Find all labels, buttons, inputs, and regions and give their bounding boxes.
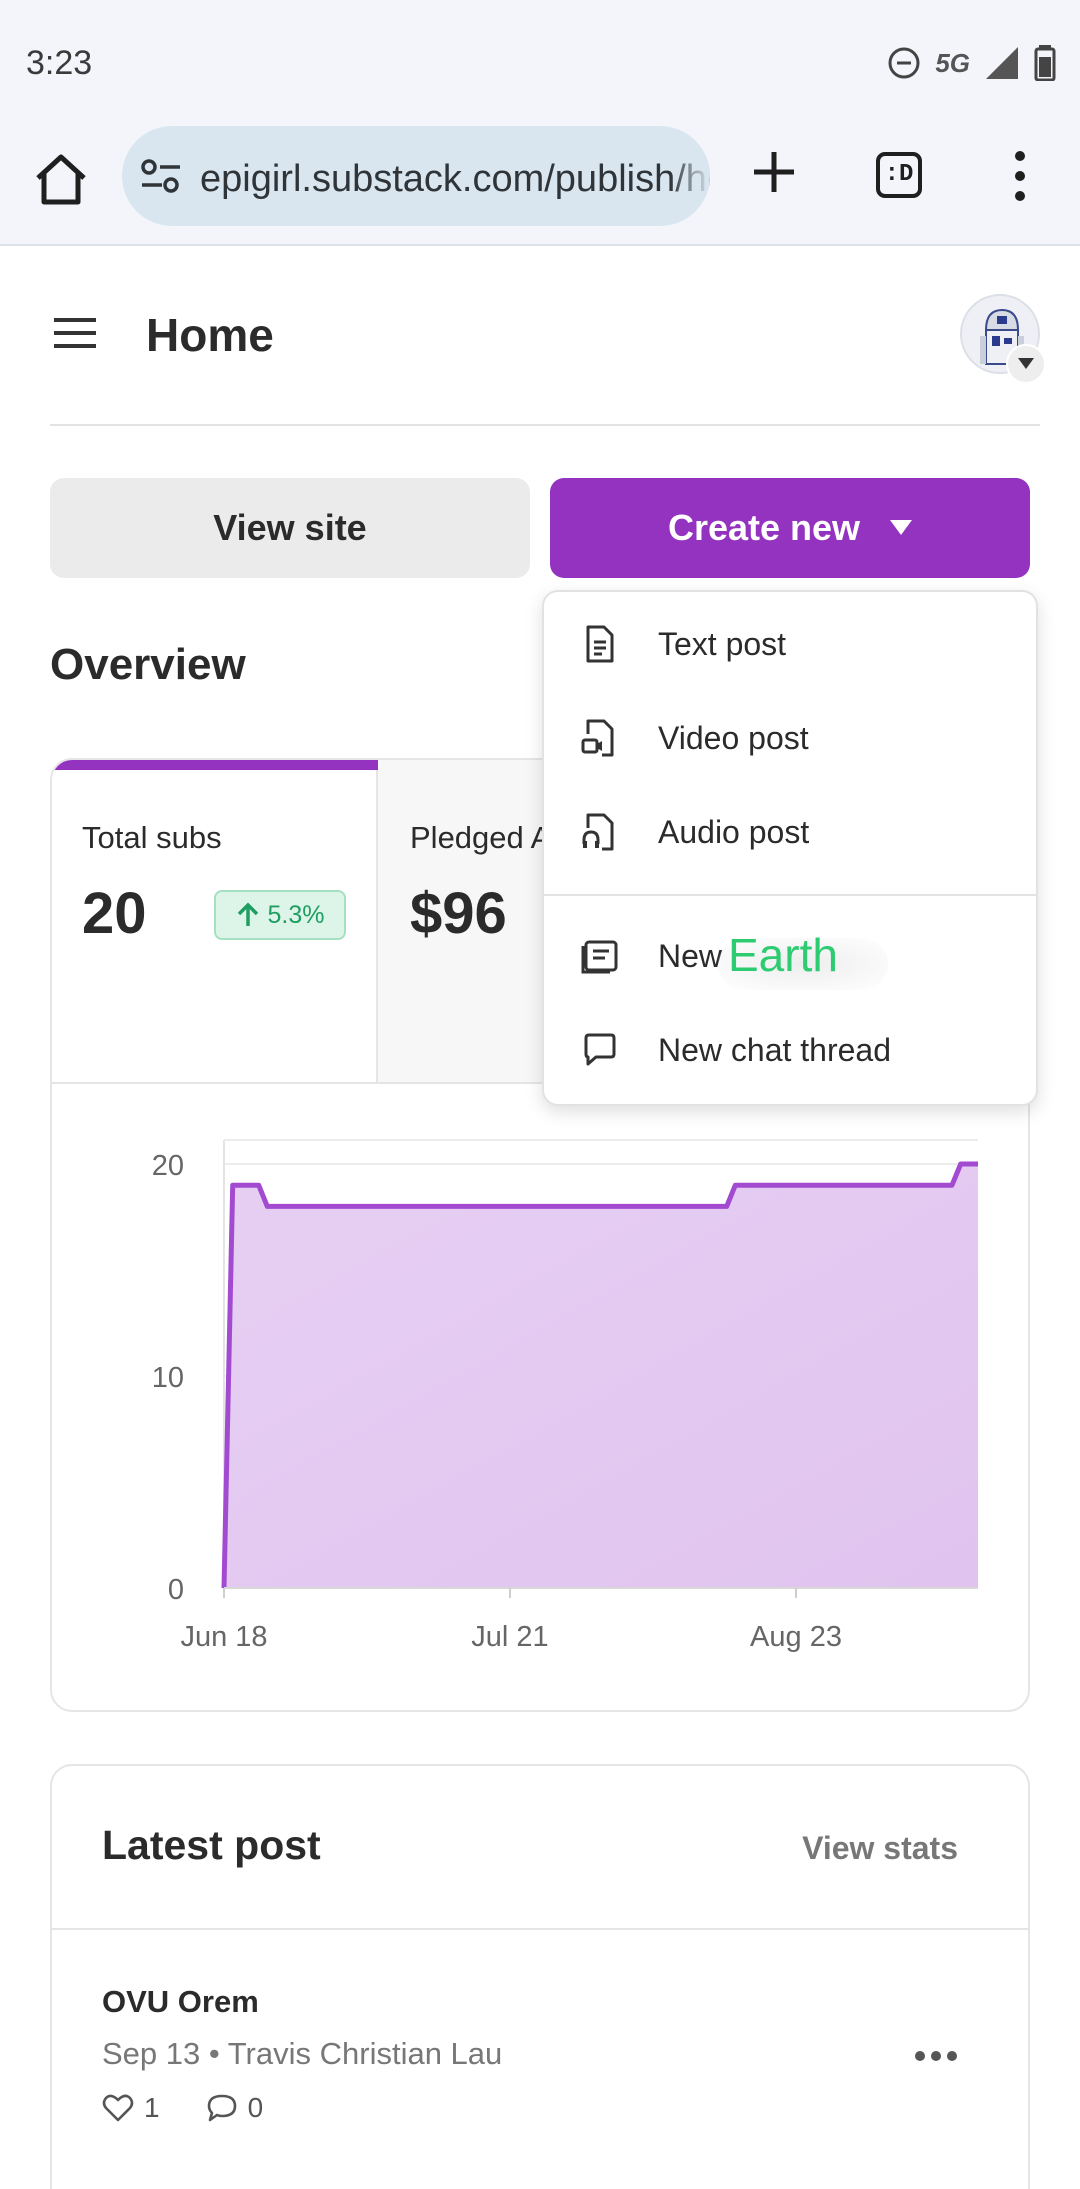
menu-item-video-post[interactable]: Video post <box>544 692 1036 786</box>
stat-total-subs[interactable]: Total subs 20 5.3% <box>52 760 378 1082</box>
menu-item-text-post[interactable]: Text post <box>544 598 1036 692</box>
overview-title: Overview <box>50 640 246 689</box>
latest-post-card: Latest post View stats OVU Orem Sep 13 •… <box>50 1764 1030 2189</box>
menu-item-label: Video post <box>658 720 809 756</box>
url-fade <box>670 126 710 226</box>
network-label: 5G <box>935 47 970 78</box>
tab-switcher-button[interactable]: :D <box>876 152 922 198</box>
url-text[interactable]: epigirl.substack.com/publish/home <box>200 158 710 201</box>
browser-toolbar: epigirl.substack.com/publish/home :D <box>0 120 1080 246</box>
home-icon[interactable] <box>30 148 92 210</box>
status-icons: 5G <box>887 40 1056 86</box>
y-tick-label: 10 <box>152 1362 184 1394</box>
post-meta: Sep 13 • Travis Christian Lau <box>102 2036 503 2071</box>
address-bar[interactable]: epigirl.substack.com/publish/home <box>122 126 710 226</box>
menu-item-new-chat-thread[interactable]: New chat thread <box>544 1004 1036 1098</box>
site-settings-icon[interactable] <box>140 156 182 196</box>
caret-down-icon <box>890 520 913 535</box>
post-stats: 1 0 <box>102 2092 263 2124</box>
x-tick-label: Jun 18 <box>180 1621 267 1653</box>
thread-icon <box>581 940 618 974</box>
audio-file-icon <box>582 813 614 851</box>
stat-change-badge: 5.3% <box>214 890 346 940</box>
do-not-disturb-icon <box>888 47 920 79</box>
create-new-button[interactable]: Create new <box>550 478 1030 578</box>
battery-icon <box>1034 45 1056 81</box>
y-tick-label: 0 <box>168 1574 184 1606</box>
stat-label: Total subs <box>82 820 222 855</box>
overflow-menu-icon[interactable] <box>1008 148 1032 204</box>
create-new-label: Create new <box>667 507 861 548</box>
page-title: Home <box>146 309 274 361</box>
new-tab-icon[interactable] <box>750 148 798 196</box>
view-site-button[interactable]: View site <box>50 478 530 578</box>
y-tick-label: 20 <box>152 1150 184 1182</box>
status-time: 3:23 <box>26 44 93 82</box>
like-count: 1 <box>144 2092 160 2123</box>
menu-item-label: Text post <box>658 626 787 662</box>
menu-item-label: New <box>658 938 723 974</box>
overlay-text: Earth <box>728 929 838 981</box>
arrow-up-icon <box>237 902 258 926</box>
latest-divider <box>52 1928 1028 1930</box>
view-site-label: View site <box>213 507 367 548</box>
header-divider <box>50 424 1040 426</box>
chevron-down-icon <box>1018 358 1034 369</box>
more-options-icon[interactable] <box>914 2044 958 2068</box>
create-new-menu: Text post Video post Audio post New Eart… <box>542 590 1038 1106</box>
post-title[interactable]: OVU Orem <box>102 1984 259 2020</box>
signal-icon <box>986 47 1018 79</box>
menu-icon[interactable] <box>54 316 96 350</box>
stat-value: 20 <box>82 881 147 946</box>
chart-area <box>224 1164 978 1588</box>
account-menu-caret[interactable] <box>1006 344 1046 384</box>
chat-bubble-icon <box>584 1033 616 1066</box>
comment-icon[interactable] <box>206 2093 238 2123</box>
overlay-annotation: Earth <box>718 928 888 994</box>
comment-count: 0 <box>247 2092 264 2123</box>
video-file-icon <box>581 719 614 757</box>
stat-change-value: 5.3% <box>267 900 325 929</box>
x-tick-label: Aug 23 <box>750 1621 842 1653</box>
document-icon <box>586 625 614 663</box>
status-bar: 3:23 5G <box>0 0 1080 120</box>
menu-item-label: Audio post <box>658 814 810 850</box>
menu-item-label: New chat thread <box>658 1032 892 1068</box>
x-tick-label: Jul 21 <box>471 1621 548 1653</box>
view-stats-link[interactable]: View stats <box>802 1830 958 1867</box>
stat-selected-indicator <box>52 760 378 770</box>
stat-value: $96 <box>410 881 507 946</box>
menu-item-audio-post[interactable]: Audio post <box>544 786 1036 880</box>
heart-icon[interactable] <box>102 2093 134 2123</box>
subscribers-chart: 0 10 20 Jun 18 Jul 21 Aug 23 <box>152 1139 978 1653</box>
latest-post-title: Latest post <box>102 1822 321 1868</box>
menu-divider <box>544 894 1036 896</box>
